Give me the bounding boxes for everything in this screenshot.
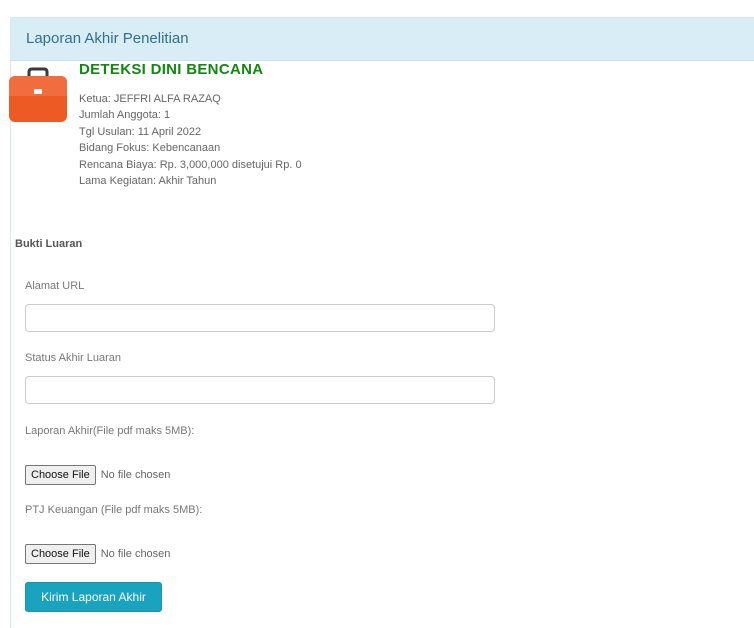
ptj-file-input: Choose File No file chosen (25, 544, 170, 564)
budget-plan: Rencana Biaya: Rp. 3,000,000 disetujui R… (79, 158, 302, 171)
section-title-bukti-luaran: Bukti Luaran (15, 238, 83, 250)
member-count: Jumlah Anggota: 1 (79, 109, 171, 122)
status-input[interactable] (25, 376, 495, 404)
ptj-file-status: No file chosen (100, 548, 171, 560)
proposal-date: Tgl Usulan: 11 April 2022 (79, 125, 202, 138)
submit-report-button[interactable]: Kirim Laporan Akhir (25, 582, 162, 612)
focus-field: Bidang Fokus: Kebencanaan (79, 142, 221, 155)
ptj-choose-file-button[interactable]: Choose File (25, 544, 96, 564)
url-label: Alamat URL (25, 280, 85, 292)
final-report-file-status: No file chosen (100, 469, 171, 481)
status-label: Status Akhir Luaran (25, 352, 122, 364)
activity-duration: Lama Kegiatan: Akhir Tahun (79, 175, 217, 188)
panel-header: Laporan Akhir Penelitian (11, 18, 754, 61)
final-report-label: Laporan Akhir(File pdf maks 5MB): (25, 425, 195, 437)
ptj-label: PTJ Keuangan (File pdf maks 5MB): (25, 504, 203, 516)
final-report-file-input: Choose File No file chosen (25, 465, 170, 485)
project-leader: Ketua: JEFFRI ALFA RAZAQ (79, 93, 221, 105)
project-title: DETEKSI DINI BENCANA (79, 61, 264, 78)
briefcase-icon (9, 67, 67, 122)
project-details: Ketua: JEFFRI ALFA RAZAQ Jumlah Anggota:… (79, 91, 302, 189)
url-input[interactable] (25, 304, 495, 332)
final-report-choose-file-button[interactable]: Choose File (25, 465, 96, 485)
